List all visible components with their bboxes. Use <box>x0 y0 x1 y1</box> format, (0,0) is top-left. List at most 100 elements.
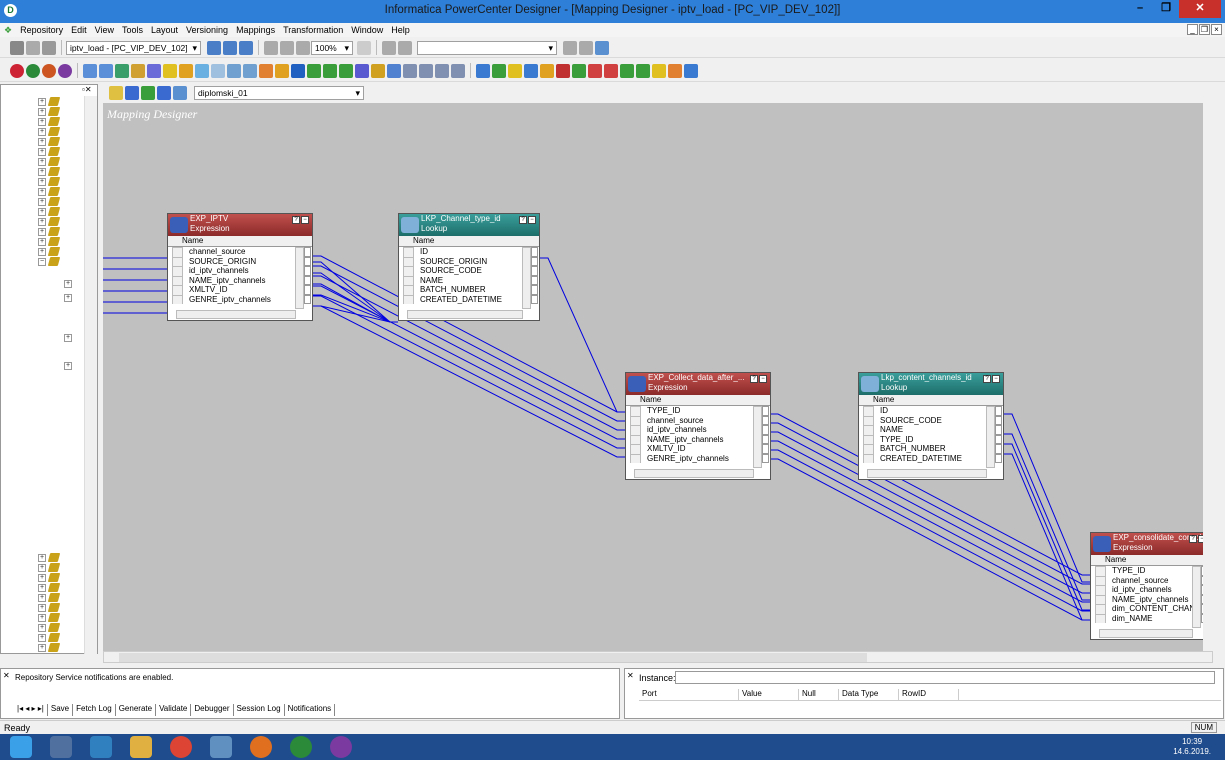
navigator-tree-node[interactable]: + <box>38 187 61 196</box>
navigator-tree-node[interactable]: + <box>38 197 61 206</box>
navigator-tree-node[interactable]: + <box>38 237 61 246</box>
minimize-icon[interactable]: − <box>528 216 536 224</box>
xml-parser-icon[interactable] <box>403 63 417 78</box>
output-port[interactable] <box>304 294 311 304</box>
navigator-tree-node[interactable]: + <box>38 643 61 652</box>
workflow-monitor-icon[interactable] <box>58 63 72 78</box>
transformation-exp-collect[interactable]: EXP_Collect_data_after_... Expression? − Na… <box>625 372 771 480</box>
tab-debugger[interactable]: Debugger <box>191 704 234 716</box>
workflow-manager-taskbar-icon[interactable] <box>250 736 272 758</box>
update-strategy-icon[interactable] <box>291 63 305 78</box>
tab-generate[interactable]: Generate <box>116 704 157 716</box>
output-port[interactable] <box>531 285 538 295</box>
port-row[interactable]: SOURCE_ORIGIN <box>399 256 539 266</box>
navigator-tree-node[interactable]: + <box>38 107 61 116</box>
sorter-icon[interactable] <box>307 63 321 78</box>
close-button[interactable]: ✕ <box>1179 0 1221 18</box>
app-source-qualifier-icon[interactable] <box>419 63 433 78</box>
navigator-tree-node[interactable]: + <box>38 137 61 146</box>
output-port[interactable] <box>304 285 311 295</box>
port-row[interactable]: channel_source <box>168 247 312 257</box>
port-row[interactable]: CREATED_DATETIME <box>859 453 1003 463</box>
ports-hscrollbar[interactable] <box>634 469 754 478</box>
port-row[interactable]: TYPE_ID <box>859 434 1003 444</box>
router-icon[interactable] <box>275 63 289 78</box>
output-port[interactable] <box>995 444 1002 454</box>
sql-icon[interactable] <box>524 63 538 78</box>
output-port[interactable] <box>304 275 311 285</box>
navigator-tree-node[interactable]: + <box>64 362 75 370</box>
output-port[interactable] <box>762 444 769 454</box>
output-port[interactable] <box>762 415 769 425</box>
address-icon[interactable] <box>588 63 602 78</box>
output-port[interactable] <box>304 266 311 276</box>
source-icon[interactable] <box>141 86 155 100</box>
output-port[interactable] <box>762 406 769 416</box>
menu-edit[interactable]: Edit <box>67 25 91 35</box>
navigator-tree-node[interactable]: + <box>38 573 61 582</box>
port-row[interactable]: channel_source <box>626 415 770 425</box>
window-icon[interactable] <box>595 40 609 55</box>
ports-scrollbar[interactable] <box>295 247 304 309</box>
repository-manager-icon[interactable] <box>10 63 24 78</box>
layout-icon[interactable] <box>382 40 396 55</box>
compare-icon[interactable] <box>563 40 577 55</box>
ports-hscrollbar[interactable] <box>407 310 523 319</box>
minimize-icon[interactable]: − <box>992 375 1000 383</box>
port-row[interactable]: id_iptv_channels <box>168 266 312 276</box>
output-window-icon[interactable] <box>223 40 237 55</box>
lookup-icon[interactable] <box>195 63 209 78</box>
port-row[interactable]: SOURCE_CODE <box>399 266 539 276</box>
mdi-restore-button[interactable]: ❐ <box>1199 24 1210 35</box>
chrome-icon[interactable] <box>170 736 192 758</box>
output-port[interactable] <box>531 294 538 304</box>
instance-combo[interactable] <box>675 671 1215 684</box>
navigator-tree-node[interactable]: + <box>38 127 61 136</box>
link-icon[interactable] <box>99 63 113 78</box>
menu-versioning[interactable]: Versioning <box>182 25 232 35</box>
column-rowid[interactable]: RowID <box>899 689 959 700</box>
mapplet-combo[interactable]: diplomski_01 <box>194 86 364 100</box>
transformation-header[interactable]: EXP_Collect_data_after_... Expression? − <box>626 373 770 395</box>
output-port[interactable] <box>304 256 311 266</box>
mapping-combo[interactable]: iptv_load - [PC_VIP_DEV_102] <box>66 40 201 55</box>
port-row[interactable]: NAME_iptv_channels <box>626 434 770 444</box>
expression-icon[interactable] <box>147 63 161 78</box>
search-combo[interactable] <box>417 40 557 55</box>
sequence-icon[interactable] <box>227 63 241 78</box>
sq-icon[interactable] <box>387 63 401 78</box>
zoom-icon[interactable] <box>296 40 310 55</box>
custom-icon[interactable] <box>476 63 490 78</box>
navigator-tree-node[interactable]: + <box>64 280 75 288</box>
mapplet-input-icon[interactable] <box>668 63 682 78</box>
transaction-control-icon[interactable] <box>371 63 385 78</box>
fit-icon[interactable] <box>357 40 371 55</box>
port-row[interactable]: SOURCE_CODE <box>859 415 1003 425</box>
navigator-scrollbar[interactable] <box>84 96 97 654</box>
port-row[interactable]: NAME <box>399 275 539 285</box>
port-row[interactable]: ID <box>859 406 1003 416</box>
server-manager-icon[interactable] <box>50 736 72 758</box>
connect-icon[interactable] <box>10 40 24 55</box>
help-icon[interactable]: ? <box>1189 535 1197 543</box>
edit-icon[interactable] <box>109 86 123 100</box>
mdi-minimize-button[interactable]: _ <box>1187 24 1198 35</box>
output-port[interactable] <box>995 434 1002 444</box>
ports-hscrollbar[interactable] <box>1099 629 1193 638</box>
overview-icon[interactable] <box>239 40 253 55</box>
navigator-tree-node[interactable]: + <box>38 157 61 166</box>
output-port[interactable] <box>531 275 538 285</box>
transformation-exp-iptv[interactable]: EXP_IPTV Expression? − Name channel_source SO… <box>167 213 313 321</box>
help-icon[interactable]: ? <box>983 375 991 383</box>
remote-desktop-icon[interactable] <box>210 736 232 758</box>
ports-scrollbar[interactable] <box>1192 566 1201 628</box>
start-icon[interactable] <box>10 736 32 758</box>
copy-icon[interactable] <box>579 40 593 55</box>
normalizer-icon[interactable] <box>131 63 145 78</box>
navigator-close-icon[interactable]: ▫✕ <box>82 85 96 95</box>
powershell-icon[interactable] <box>90 736 112 758</box>
tab-session-log[interactable]: Session Log <box>234 704 285 716</box>
navigator-tree-node[interactable]: + <box>38 167 61 176</box>
output-port[interactable] <box>995 406 1002 416</box>
navigator-tree-node[interactable]: + <box>38 247 61 256</box>
